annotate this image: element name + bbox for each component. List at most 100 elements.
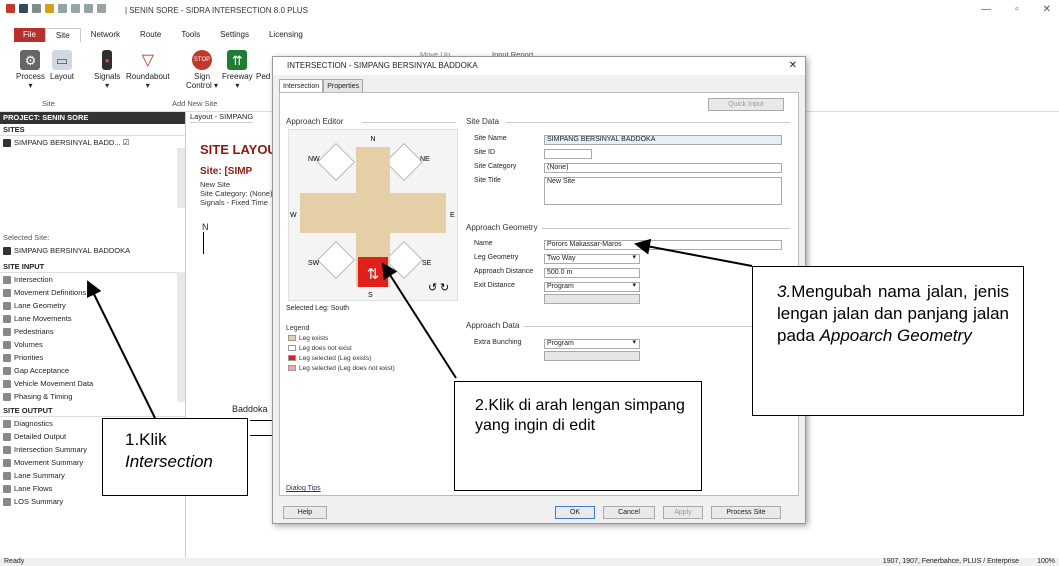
save-icon[interactable] [19,4,28,13]
print-icon[interactable] [32,4,41,13]
ribbon-group-site: Site [42,99,55,108]
tab-intersection[interactable]: Intersection [279,79,324,92]
settings-icon[interactable] [58,4,67,13]
stop-sign-icon: STOP [192,50,213,70]
dialog-close-button[interactable]: ✕ [789,57,797,75]
settings2-icon[interactable] [71,4,80,13]
site-list-item[interactable]: SIMPANG BERSINYAL BADD... ☑ [0,136,185,149]
status-text: Ready [4,558,25,565]
annotation-step-3: 3.Mengubah nama jalan, jenis lengan jala… [752,266,1024,416]
selected-site: SIMPANG BERSINYAL BADDOKA [0,244,185,257]
traffic-light-icon [3,247,11,255]
input-pedestrians[interactable]: Pedestrians [0,325,185,338]
menu-site[interactable]: Site [44,28,81,42]
input-gap-acceptance[interactable]: Gap Acceptance [0,364,185,377]
two-way-arrows-icon: ⇅ [367,265,380,283]
dialog-title: INTERSECTION - SIMPANG BERSINYAL BADDOKA [287,61,478,70]
status-bar: Ready 1907, 1907, Fenerbahce, PLUS / Ent… [0,558,1059,566]
license-text: 1907, 1907, Fenerbahce, PLUS / Enterpris… [882,558,1019,565]
legend-title: Legend [286,325,310,332]
signals-button[interactable]: ● Signals ▾ [94,50,120,90]
north-arrow: N [202,222,209,232]
quick-access-toolbar [6,4,106,13]
approach-name-field[interactable]: Porors Makassar-Maros [544,240,782,250]
legend-leg-selected: Leg selected (Leg exists) [288,355,371,362]
site-details: New Site Site Category: (None) Signals -… [200,180,273,207]
sites-scrollbar[interactable] [177,148,185,208]
menu-bar: File Site Network Route Tools Settings L… [0,28,1059,42]
apply-button[interactable]: Apply [663,506,703,519]
cancel-button[interactable]: Cancel [603,506,655,519]
approach-geometry-header: Approach Geometry [466,223,538,232]
list-item-icon [3,420,11,428]
svg-text:E: E [450,212,455,219]
ped-button[interactable]: Ped [256,72,270,81]
zoom-level: 100% [1037,558,1055,565]
restore-button[interactable]: ▫ [1015,4,1019,15]
layout-button[interactable]: ▭ Layout [50,50,74,81]
extra-bunching-select[interactable]: Program [544,339,640,349]
site-category-field[interactable]: (None) [544,163,782,173]
leg-geometry-select[interactable]: Two Way [544,254,640,264]
input-movement-definitions[interactable]: Movement Definitions [0,286,185,299]
menu-licensing[interactable]: Licensing [259,28,313,42]
input-phasing-timing[interactable]: Phasing & Timing [0,390,185,403]
checkbox-icon[interactable]: ☑ [123,138,130,147]
site-title-field[interactable]: New Site [544,177,782,205]
roundabout-button[interactable]: ▽ Roundabout ▾ [126,50,170,90]
settings4-icon[interactable] [97,4,106,13]
process-site-button[interactable]: Process Site [711,506,781,519]
list-item-icon [3,459,11,467]
site-label: Site: [SIMP [200,166,253,177]
minimize-button[interactable]: — [981,4,991,15]
window-controls: — ▫ ✕ [981,4,1051,15]
approach-editor-header: Approach Editor [286,117,344,126]
help-button[interactable]: Help [283,506,327,519]
layout-icon: ▭ [52,50,73,70]
rotate-ccw-icon[interactable]: ↺ [428,281,437,294]
input-intersection[interactable]: Intersection [0,273,185,286]
menu-file[interactable]: File [14,28,45,42]
layout-tab[interactable]: Layout - SIMPANG [190,112,254,123]
list-item-icon [3,380,11,388]
approach-distance-field[interactable]: 500.0 m [544,268,640,278]
quick-input-button[interactable]: Quick Input [708,98,784,111]
svg-text:W: W [290,212,297,219]
settings3-icon[interactable] [84,4,93,13]
input-scrollbar[interactable] [177,272,185,402]
menu-tools[interactable]: Tools [171,28,210,42]
traffic-light-icon [3,139,11,147]
output-los-summary[interactable]: LOS Summary [0,495,185,508]
dialog-tips-link[interactable]: Dialog Tips [286,485,321,492]
rotate-cw-icon[interactable]: ↻ [440,281,449,294]
freeway-button[interactable]: ⇈ Freeway ▾ [222,50,253,90]
list-item-icon [3,367,11,375]
menu-settings[interactable]: Settings [210,28,259,42]
close-button[interactable]: ✕ [1043,4,1051,15]
leg-west-east[interactable] [300,193,446,233]
site-id-field[interactable] [544,149,592,159]
sites-header: SITES [0,124,185,136]
list-item-icon [3,289,11,297]
input-volumes[interactable]: Volumes [0,338,185,351]
site-name-field[interactable]: SIMPANG BERSINYAL BADDOKA [544,135,782,145]
tab-properties[interactable]: Properties [323,79,364,92]
approach-data-header: Approach Data [466,321,520,330]
exit-distance-value [544,294,640,304]
sign-control-button[interactable]: STOP Sign Control ▾ [186,50,218,90]
input-priorities[interactable]: Priorities [0,351,185,364]
input-lane-geometry[interactable]: Lane Geometry [0,299,185,312]
project-header: PROJECT: SENIN SORE [0,112,185,124]
menu-network[interactable]: Network [81,28,130,42]
legend-leg-selected-not-exist: Leg selected (Leg does not exist) [288,365,395,372]
exit-distance-select[interactable]: Program [544,282,640,292]
open-icon[interactable] [45,4,54,13]
list-item-icon [3,302,11,310]
ok-button[interactable]: OK [555,506,595,519]
selected-site-label: Selected Site: [3,233,50,242]
input-lane-movements[interactable]: Lane Movements [0,312,185,325]
input-vehicle-movement-data[interactable]: Vehicle Movement Data [0,377,185,390]
process-button[interactable]: ⚙ Process ▾ [16,50,45,90]
list-item-icon [3,433,11,441]
menu-route[interactable]: Route [130,28,171,42]
